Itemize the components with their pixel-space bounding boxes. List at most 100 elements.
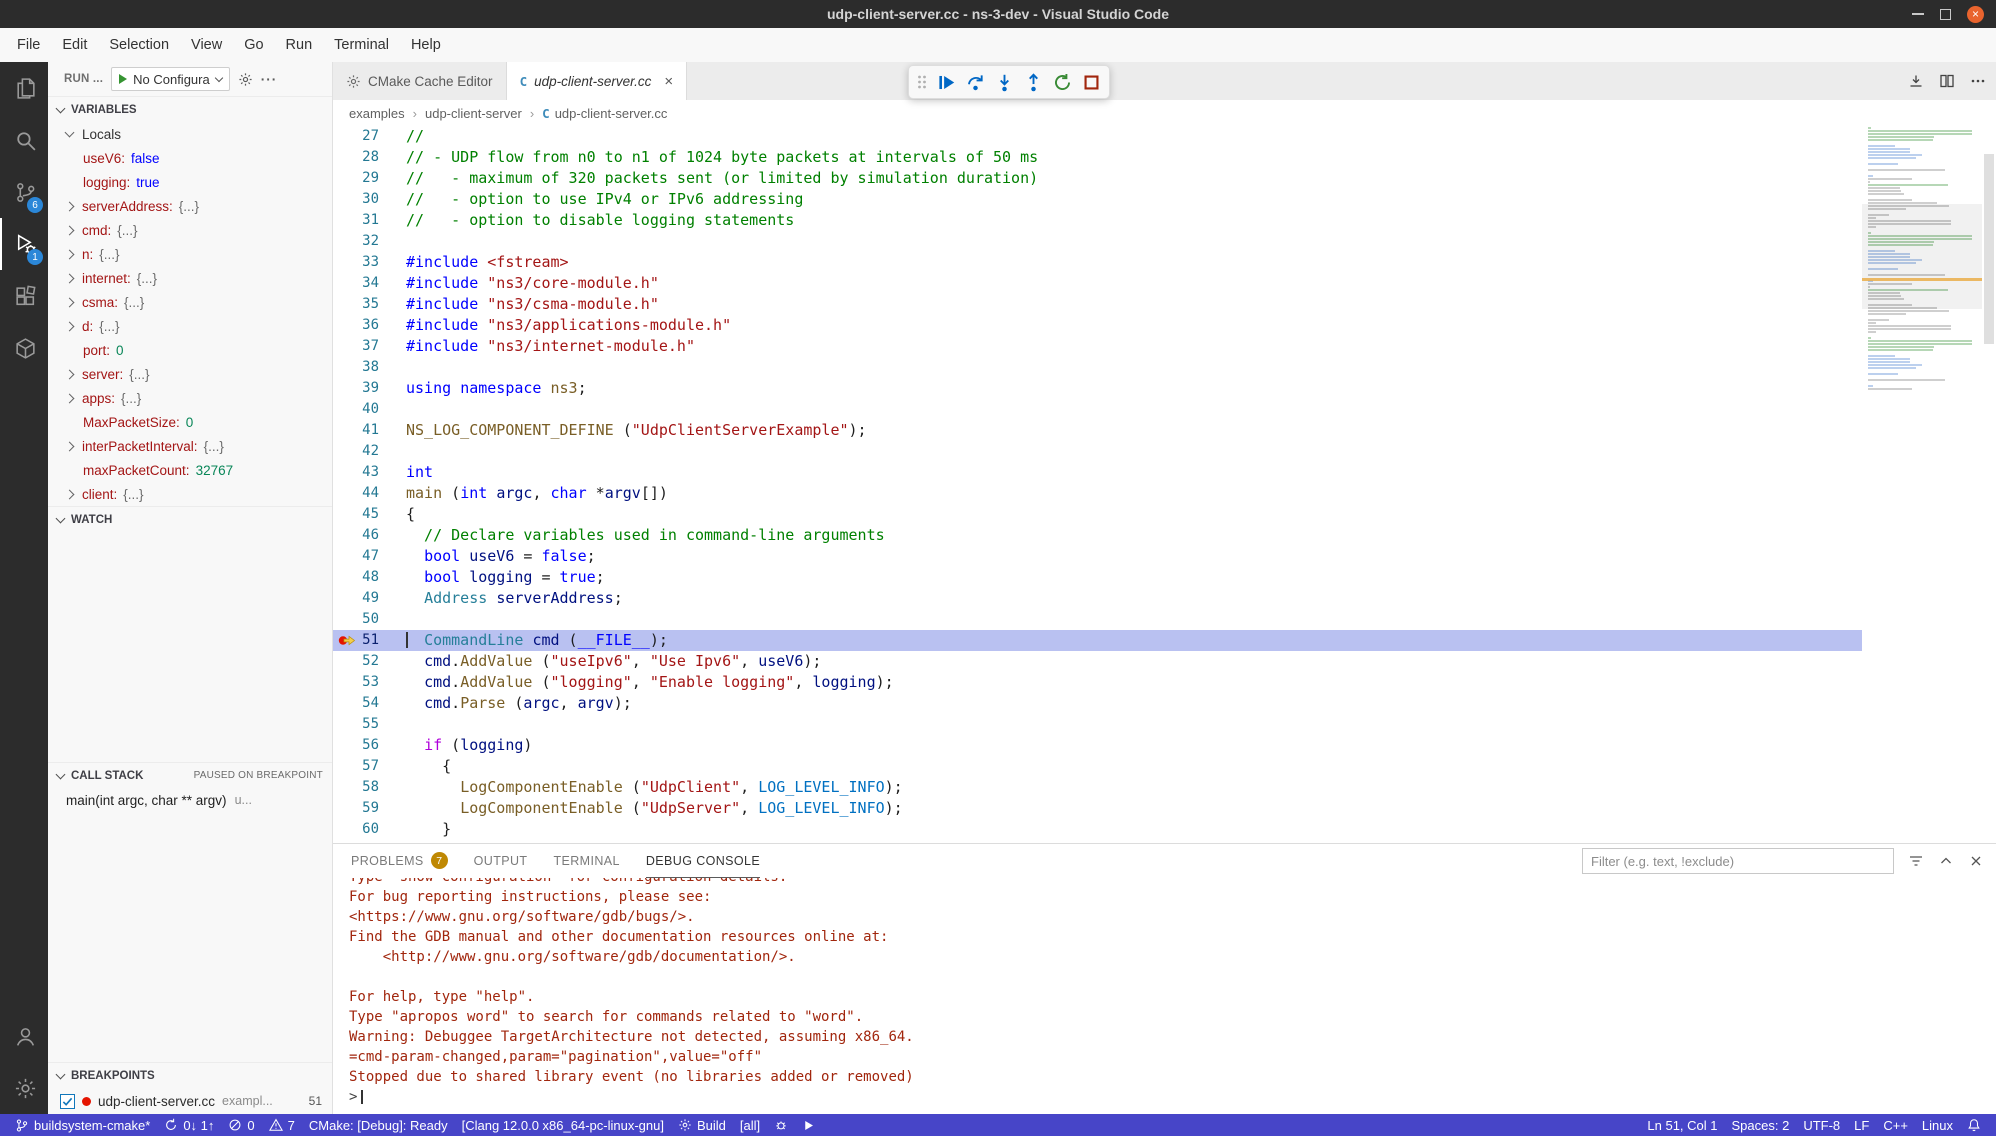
line-number[interactable]: 41	[333, 420, 406, 441]
variable-row[interactable]: apps:{...}	[48, 386, 332, 410]
variables-section-header[interactable]: VARIABLES	[48, 96, 332, 122]
code-line[interactable]: 50	[333, 609, 1862, 630]
menu-item-run[interactable]: Run	[275, 37, 324, 53]
code-line[interactable]: 55	[333, 714, 1862, 735]
variable-row[interactable]: cmd:{...}	[48, 218, 332, 242]
step-out-button[interactable]	[1020, 69, 1046, 95]
variable-row[interactable]: interPacketInterval:{...}	[48, 434, 332, 458]
chevron-right-icon[interactable]	[65, 441, 75, 451]
variable-row[interactable]: useV6:false	[48, 146, 332, 170]
maximize-panel-icon[interactable]	[1938, 853, 1954, 869]
code-line[interactable]: 56 if (logging)	[333, 735, 1862, 756]
notifications[interactable]	[1960, 1114, 1988, 1136]
line-number[interactable]: 53	[333, 672, 406, 693]
minimize-button[interactable]	[1912, 13, 1924, 15]
warnings-count[interactable]: 7	[262, 1114, 302, 1136]
cmake-build-button[interactable]: Build	[671, 1114, 733, 1136]
breadcrumb-item[interactable]: udp-client-server	[425, 106, 522, 121]
line-number[interactable]: 59	[333, 798, 406, 819]
line-number[interactable]: 49	[333, 588, 406, 609]
line-number[interactable]: 27	[333, 126, 406, 147]
line-number[interactable]: 36	[333, 315, 406, 336]
search-icon[interactable]	[0, 114, 48, 166]
breakpoints-section-header[interactable]: BREAKPOINTS	[48, 1062, 332, 1088]
maximize-button[interactable]	[1940, 9, 1951, 20]
cmake-kit[interactable]: [Clang 12.0.0 x86_64-pc-linux-gnu]	[455, 1114, 671, 1136]
code-line[interactable]: 59 LogComponentEnable ("UdpServer", LOG_…	[333, 798, 1862, 819]
console-prompt[interactable]: >	[349, 1087, 1996, 1107]
line-number[interactable]: 38	[333, 357, 406, 378]
line-number[interactable]: 46	[333, 525, 406, 546]
code-line[interactable]: 32	[333, 231, 1862, 252]
menu-item-file[interactable]: File	[6, 37, 51, 53]
line-number[interactable]: 32	[333, 231, 406, 252]
variable-row[interactable]: logging:true	[48, 170, 332, 194]
line-number[interactable]: 52	[333, 651, 406, 672]
line-number[interactable]: 39	[333, 378, 406, 399]
code-line[interactable]: 33#include <fstream>	[333, 252, 1862, 273]
code-line[interactable]: 60 }	[333, 819, 1862, 840]
code-line[interactable]: 37#include "ns3/internet-module.h"	[333, 336, 1862, 357]
code-line[interactable]: 31// - option to disable logging stateme…	[333, 210, 1862, 231]
line-number[interactable]: 50	[333, 609, 406, 630]
line-number[interactable]: 42	[333, 441, 406, 462]
chevron-right-icon[interactable]	[65, 369, 75, 379]
code-line[interactable]: 29// - maximum of 320 packets sent (or l…	[333, 168, 1862, 189]
chevron-right-icon[interactable]	[65, 225, 75, 235]
line-number[interactable]: 28	[333, 147, 406, 168]
source-control-icon[interactable]: 6	[0, 166, 48, 218]
eol-sequence[interactable]: LF	[1847, 1114, 1876, 1136]
breakpoint-checkbox[interactable]	[60, 1094, 75, 1109]
cmake-debug-button[interactable]	[767, 1114, 795, 1136]
line-number[interactable]: 55	[333, 714, 406, 735]
cursor-position[interactable]: Ln 51, Col 1	[1640, 1114, 1724, 1136]
language-mode[interactable]: C++	[1876, 1114, 1915, 1136]
line-number[interactable]: 57	[333, 756, 406, 777]
line-number[interactable]: 29	[333, 168, 406, 189]
variables-scope-locals[interactable]: Locals	[48, 122, 332, 146]
call-stack-frame[interactable]: main(int argc, char ** argv) u...	[48, 788, 332, 812]
extensions-icon[interactable]	[0, 270, 48, 322]
scrollbar-thumb[interactable]	[1984, 154, 1994, 344]
line-number[interactable]: 44	[333, 483, 406, 504]
code-line[interactable]: 47 bool useV6 = false;	[333, 546, 1862, 567]
code-line[interactable]: 43int	[333, 462, 1862, 483]
variable-row[interactable]: server:{...}	[48, 362, 332, 386]
line-number[interactable]: 34	[333, 273, 406, 294]
call-stack-section-header[interactable]: CALL STACK PAUSED ON BREAKPOINT	[48, 762, 332, 788]
git-sync[interactable]: 0↓ 1↑	[157, 1114, 221, 1136]
cmake-launch-button[interactable]	[795, 1114, 822, 1136]
chevron-right-icon[interactable]	[65, 249, 75, 259]
code-line[interactable]: 52 cmd.AddValue ("useIpv6", "Use Ipv6", …	[333, 651, 1862, 672]
chevron-right-icon[interactable]	[65, 297, 75, 307]
menu-item-help[interactable]: Help	[400, 37, 452, 53]
line-number[interactable]: 33	[333, 252, 406, 273]
panel-tab-output[interactable]: OUTPUT	[474, 844, 528, 878]
variable-row[interactable]: internet:{...}	[48, 266, 332, 290]
encoding[interactable]: UTF-8	[1796, 1114, 1847, 1136]
line-number[interactable]: 43	[333, 462, 406, 483]
code-line[interactable]: 42	[333, 441, 1862, 462]
code-line[interactable]: 57 {	[333, 756, 1862, 777]
split-editor-icon[interactable]	[1939, 73, 1955, 89]
minimap[interactable]	[1862, 126, 1982, 843]
menu-item-selection[interactable]: Selection	[98, 37, 180, 53]
code-line[interactable]: 49 Address serverAddress;	[333, 588, 1862, 609]
code-line[interactable]: 48 bool logging = true;	[333, 567, 1862, 588]
code-line[interactable]: 39using namespace ns3;	[333, 378, 1862, 399]
indentation[interactable]: Spaces: 2	[1725, 1114, 1797, 1136]
variable-row[interactable]: serverAddress:{...}	[48, 194, 332, 218]
line-number[interactable]: 58	[333, 777, 406, 798]
chevron-right-icon[interactable]	[65, 273, 75, 283]
variable-row[interactable]: n:{...}	[48, 242, 332, 266]
accounts-icon[interactable]	[0, 1010, 48, 1062]
editor-tab[interactable]: Cudp-client-server.cc×	[507, 62, 688, 100]
editor-tab[interactable]: CMake Cache Editor	[333, 62, 507, 100]
stop-button[interactable]	[1078, 69, 1104, 95]
step-into-button[interactable]	[991, 69, 1017, 95]
drag-handle-icon[interactable]	[914, 73, 930, 91]
editor-scrollbar[interactable]	[1982, 126, 1996, 843]
code-line[interactable]: 34#include "ns3/core-module.h"	[333, 273, 1862, 294]
menu-item-terminal[interactable]: Terminal	[323, 37, 400, 53]
breakpoint-row[interactable]: udp-client-server.cc exampl... 51	[48, 1088, 332, 1114]
